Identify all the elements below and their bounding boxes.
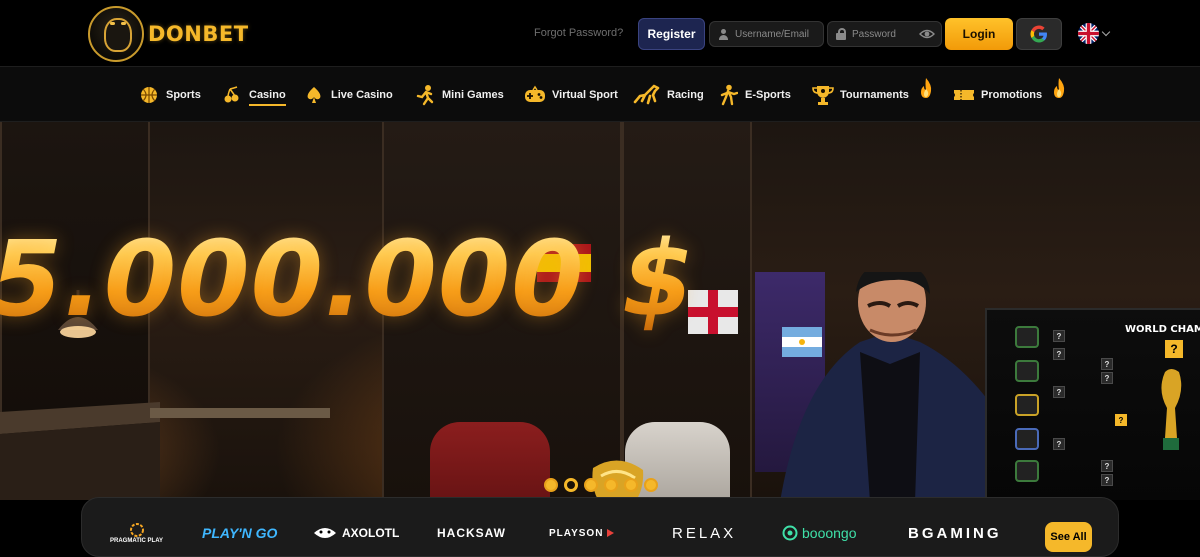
provider-relax[interactable]: RELAX	[672, 520, 736, 546]
nav-item-mini-games[interactable]: Mini Games	[414, 67, 504, 123]
header: DONBET Forgot Password? Register Login	[0, 0, 1200, 66]
axolotl-logo-icon	[314, 528, 336, 538]
carousel-dot-active[interactable]	[564, 478, 578, 492]
ticket-icon	[953, 84, 975, 106]
booongo-logo-icon	[782, 525, 798, 541]
nav-label: Live Casino	[331, 89, 393, 101]
bracket-team-slot	[1015, 326, 1039, 348]
bracket-team-slot	[1015, 460, 1039, 482]
eye-icon[interactable]	[919, 28, 935, 40]
carousel-dot[interactable]	[624, 478, 638, 492]
nav-label: Mini Games	[442, 89, 504, 101]
bracket-team-slot	[1015, 394, 1039, 416]
chevron-down-icon	[1101, 27, 1111, 37]
google-icon	[1030, 25, 1047, 43]
jackpot-amount: 5.000.000 $	[0, 218, 695, 340]
bracket-unknown: ?	[1101, 372, 1113, 384]
nav-item-racing[interactable]: Racing	[633, 67, 704, 123]
google-login-button[interactable]	[1016, 18, 1062, 50]
carousel-dot[interactable]	[544, 478, 558, 492]
carousel-dot[interactable]	[584, 478, 598, 492]
bracket-team-slot	[1015, 360, 1039, 382]
nav-label: Casino	[249, 89, 286, 106]
tournament-bracket-screen: WORLD CHAMP ? ? ? ? ? ? ? ? ? ?	[985, 308, 1200, 500]
forgot-password-link[interactable]: Forgot Password?	[534, 27, 623, 39]
red-jersey	[430, 422, 550, 500]
nav-label: E-Sports	[745, 89, 791, 101]
nav-item-virtual-sport[interactable]: Virtual Sport	[524, 67, 618, 123]
nav-label: Racing	[667, 89, 704, 101]
hero-banner[interactable]: 5.000.000 $ WORLD CHAMP ? ? ? ? ? ? ? ? …	[0, 122, 1200, 500]
main-nav: Sports Casino Live Casino Mini Games Vir…	[0, 66, 1200, 122]
provider-booongo[interactable]: booongo	[782, 520, 857, 546]
nav-label: Promotions	[981, 89, 1043, 101]
bracket-unknown: ?	[1101, 358, 1113, 370]
username-input[interactable]	[735, 28, 823, 40]
bracket-unknown: ?	[1053, 386, 1065, 398]
playson-arrow-icon	[607, 529, 615, 537]
login-button[interactable]: Login	[945, 18, 1013, 50]
cherry-icon	[221, 84, 243, 106]
provider-bgaming[interactable]: BGAMING	[908, 520, 1002, 546]
bracket-unknown: ?	[1053, 330, 1065, 342]
logo[interactable]: DONBET	[88, 6, 249, 62]
bracket-unknown: ?	[1053, 348, 1065, 360]
password-field[interactable]	[827, 21, 942, 47]
nav-item-casino[interactable]: Casino	[221, 67, 286, 123]
provider-pragmatic-play[interactable]: PRAGMATIC PLAY	[110, 520, 163, 546]
nav-item-promotions[interactable]: Promotions	[953, 67, 1066, 123]
world-cup-trophy-icon	[1161, 369, 1182, 450]
username-field[interactable]	[709, 21, 824, 47]
provider-hacksaw[interactable]: HACKSAW	[437, 520, 506, 546]
bracket-final-unknown: ?	[1165, 340, 1183, 358]
pragmatic-play-logo-icon	[129, 522, 144, 537]
carousel-dot[interactable]	[644, 478, 658, 492]
carousel-dot[interactable]	[604, 478, 618, 492]
nav-item-tournaments[interactable]: Tournaments	[812, 67, 933, 123]
bench	[0, 402, 330, 500]
gamepad-icon	[524, 84, 546, 106]
bracket-team-slot	[1015, 428, 1039, 450]
uk-flag-icon	[1078, 23, 1099, 44]
fire-icon	[1054, 78, 1065, 98]
provider-playson[interactable]: PLAYSON	[549, 520, 615, 546]
register-button[interactable]: Register	[638, 18, 705, 50]
providers-bar: PRAGMATIC PLAY PLAY'N GO AXOLOTL HACKSAW…	[81, 497, 1119, 557]
nav-label: Tournaments	[840, 89, 909, 101]
language-selector[interactable]	[1078, 23, 1111, 44]
spade-icon	[303, 84, 325, 106]
lock-icon	[836, 28, 846, 40]
trophy-icon	[812, 84, 834, 106]
fire-icon	[920, 78, 932, 98]
bracket-unknown: ?	[1101, 474, 1113, 486]
basketball-icon	[138, 84, 160, 106]
horse-icon	[633, 84, 661, 106]
nav-label: Sports	[166, 89, 201, 101]
see-all-button[interactable]: See All	[1045, 522, 1092, 552]
figure-icon	[414, 84, 436, 106]
logo-text: DONBET	[148, 22, 249, 46]
bracket-unknown: ?	[1115, 414, 1127, 426]
provider-playngo[interactable]: PLAY'N GO	[202, 520, 277, 546]
bracket-unknown: ?	[1101, 460, 1113, 472]
soldier-icon	[717, 84, 739, 106]
nav-item-e-sports[interactable]: E-Sports	[717, 67, 791, 123]
provider-axolotl[interactable]: AXOLOTL	[312, 520, 399, 546]
carousel-dots	[544, 478, 658, 492]
nav-label: Virtual Sport	[552, 89, 618, 101]
bracket-title: WORLD CHAMP	[1125, 324, 1200, 335]
user-icon	[718, 28, 729, 40]
nav-item-live-casino[interactable]: Live Casino	[303, 67, 393, 123]
nav-item-sports[interactable]: Sports	[138, 67, 201, 123]
password-input[interactable]	[852, 28, 922, 40]
bracket-unknown: ?	[1053, 438, 1065, 450]
logo-emblem-icon	[88, 6, 144, 62]
